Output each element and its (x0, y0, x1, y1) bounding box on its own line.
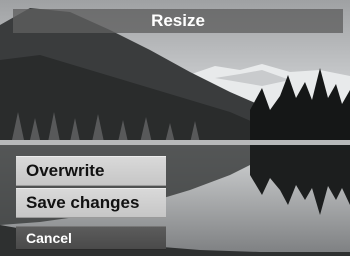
camera-screen: Resize Overwrite Save changes Cancel (0, 0, 350, 256)
save-changes-button[interactable]: Save changes (16, 188, 166, 218)
cancel-button[interactable]: Cancel (16, 226, 166, 250)
overwrite-button[interactable]: Overwrite (16, 156, 166, 186)
save-changes-label: Save changes (26, 193, 140, 212)
cancel-label: Cancel (26, 230, 72, 246)
page-title: Resize (151, 11, 205, 30)
overwrite-label: Overwrite (26, 161, 105, 180)
title-bar: Resize (13, 9, 343, 33)
